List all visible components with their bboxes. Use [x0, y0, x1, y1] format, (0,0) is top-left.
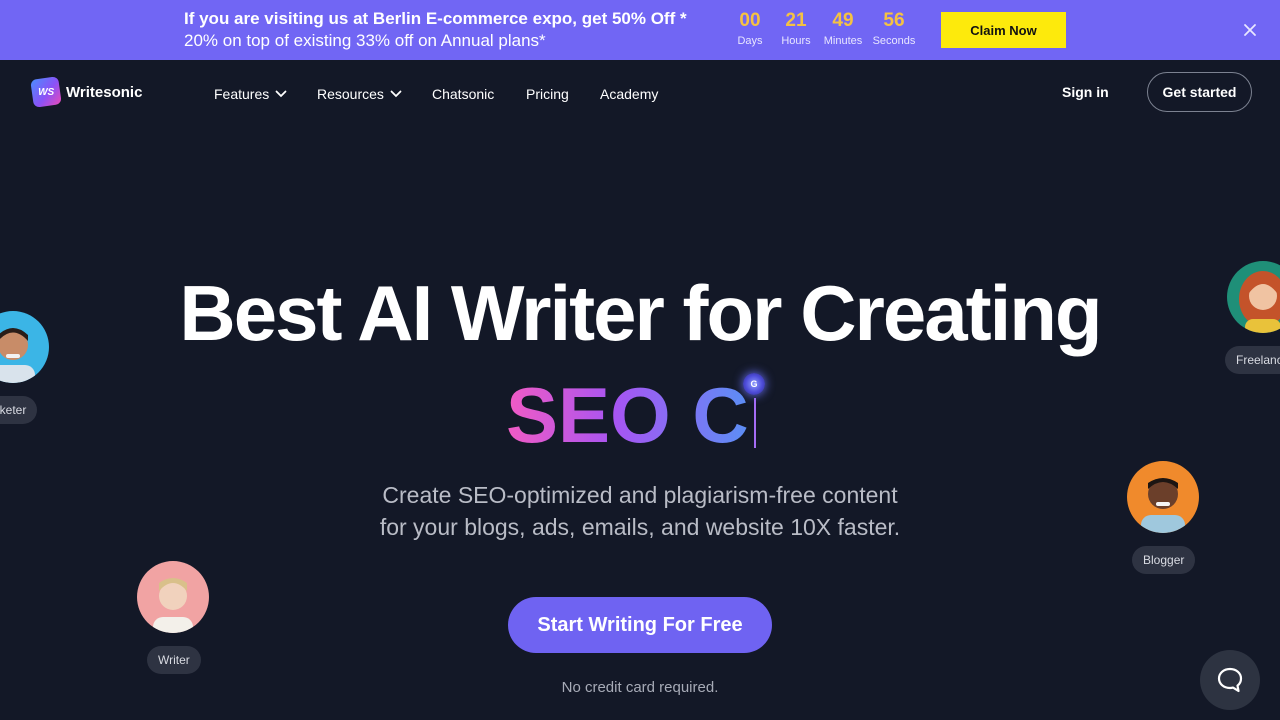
nav-features[interactable]: Features [214, 86, 287, 102]
sign-in-link[interactable]: Sign in [1062, 84, 1109, 100]
avatar-blogger [1127, 461, 1199, 533]
logo-mark-text: WS [37, 86, 55, 98]
role-tag-freelancer: Freelanc [1225, 346, 1280, 374]
claim-now-button[interactable]: Claim Now [941, 12, 1066, 48]
nav-resources[interactable]: Resources [317, 86, 402, 102]
countdown-minutes-value: 49 [832, 10, 854, 31]
nav-academy[interactable]: Academy [600, 86, 658, 102]
role-tag-marketer: arketer [0, 396, 38, 424]
role-tag-blogger: Blogger [1132, 546, 1196, 574]
countdown-seconds-value: 56 [883, 10, 905, 31]
close-icon[interactable] [1240, 20, 1260, 40]
countdown-minutes: 49 Minutes [818, 10, 868, 47]
nav-academy-label: Academy [600, 86, 659, 102]
countdown-days-label: Days [737, 35, 763, 47]
chat-widget-button[interactable] [1200, 650, 1260, 710]
avatar-writer [137, 561, 209, 633]
promo-banner: If you are visiting us at Berlin E-comme… [0, 0, 1280, 60]
nav-features-label: Features [214, 86, 270, 102]
typing-cursor [754, 398, 756, 448]
nav-pricing[interactable]: Pricing [526, 86, 569, 102]
countdown-hours-label: Hours [781, 35, 811, 47]
writesonic-logo[interactable]: WS Writesonic [30, 76, 143, 108]
get-started-button[interactable]: Get started [1147, 72, 1252, 112]
countdown-minutes-label: Minutes [823, 35, 863, 47]
role-tag-writer: Writer [147, 646, 201, 674]
nav-pricing-label: Pricing [526, 86, 569, 102]
banner-line-2: 20% on top of existing 33% off on Annual… [184, 31, 546, 50]
countdown-seconds: 56 Seconds [869, 10, 919, 47]
hero-title: Best AI Writer for Creating [179, 269, 1102, 357]
logo-text: Writesonic [66, 83, 143, 101]
banner-line-1: If you are visiting us at Berlin E-comme… [184, 9, 687, 28]
banner-message: If you are visiting us at Berlin E-comme… [184, 8, 687, 52]
no-credit-card-note: No credit card required. [561, 679, 719, 696]
typed-headline: SEO C [506, 371, 749, 459]
countdown-hours: 21 Hours [771, 10, 821, 47]
cursor-badge-text: G [750, 379, 758, 389]
chevron-down-icon [275, 90, 287, 98]
chat-bubble-icon [1217, 667, 1243, 693]
hero-subtitle: Create SEO-optimized and plagiarism-free… [0, 479, 1280, 543]
chevron-down-icon [390, 90, 402, 98]
nav-resources-label: Resources [317, 86, 384, 102]
hero-subtitle-line-1: Create SEO-optimized and plagiarism-free… [382, 482, 898, 508]
logo-mark-icon: WS [30, 76, 62, 108]
start-writing-button[interactable]: Start Writing For Free [508, 597, 772, 653]
nav-chatsonic-label: Chatsonic [432, 86, 495, 102]
cursor-badge-icon: G [743, 373, 765, 395]
countdown-seconds-label: Seconds [872, 35, 916, 47]
countdown-days: 00 Days [725, 10, 775, 47]
nav-chatsonic[interactable]: Chatsonic [432, 86, 494, 102]
countdown-hours-value: 21 [785, 10, 807, 31]
hero-subtitle-line-2: for your blogs, ads, emails, and website… [379, 514, 901, 540]
countdown-days-value: 00 [739, 10, 761, 31]
